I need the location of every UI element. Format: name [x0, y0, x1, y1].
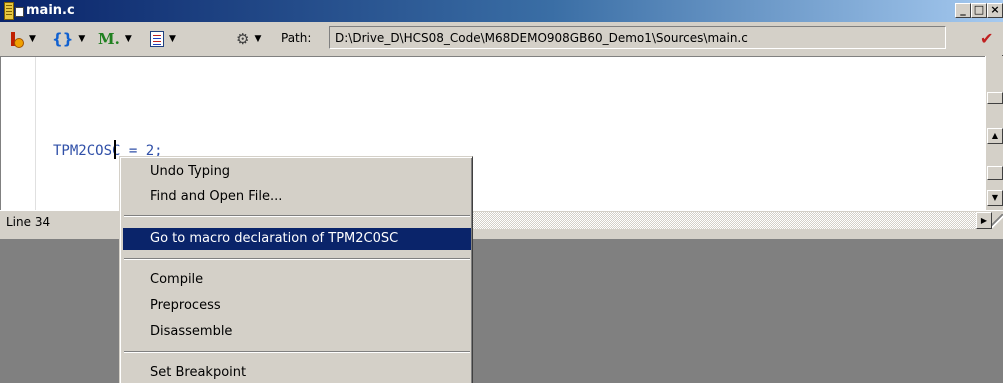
scroll-down-button[interactable]: ▼	[987, 190, 1003, 206]
window-title: main.c	[26, 3, 75, 18]
dropdown-arrow-icon: ▼	[78, 34, 86, 44]
menu-item-preprocess[interactable]: Preprocess	[123, 295, 471, 317]
file-icon	[4, 2, 14, 20]
menu-separator	[124, 215, 470, 217]
horizontal-scrollbar[interactable]	[470, 212, 976, 229]
path-label: Path:	[281, 31, 312, 45]
menu-item-set-breakpoint[interactable]: Set Breakpoint	[123, 362, 471, 383]
gear-dropdown[interactable]: ⚙ ▼	[236, 30, 261, 48]
menu-item-go-to-macro-declaration[interactable]: Go to macro declaration of TPM2C0SC	[123, 228, 471, 250]
gutter-divider	[35, 57, 36, 211]
menu-item-undo-typing[interactable]: Undo Typing	[123, 161, 471, 183]
maximize-button[interactable]: □	[971, 3, 987, 18]
scroll-up-button[interactable]: ▲	[987, 128, 1003, 144]
vertical-scrollbar[interactable]: ▲ ▼	[985, 56, 1003, 210]
dropdown-arrow-icon: ▼	[169, 34, 176, 44]
path-field[interactable]: D:\Drive_D\HCS08_Code\M68DEMO908GB60_Dem…	[329, 26, 946, 49]
resize-grip[interactable]	[992, 214, 1003, 228]
dropdown-arrow-icon: ▼	[29, 34, 36, 44]
dropdown-arrow-icon: ▼	[124, 34, 132, 44]
minimize-button[interactable]: _	[955, 3, 971, 18]
menu-item-find-and-open-file[interactable]: Find and Open File...	[123, 186, 471, 208]
line-indicator: Line 34	[6, 215, 51, 229]
dropdown-arrow-icon: ▼	[254, 34, 262, 44]
menu-item-compile[interactable]: Compile	[123, 269, 471, 291]
title-bar[interactable]: main.c _ □ ×	[0, 0, 1003, 22]
document-list-icon	[150, 31, 164, 47]
split-handle[interactable]	[987, 92, 1003, 104]
close-button[interactable]: ×	[987, 3, 1003, 18]
braces-dropdown[interactable]: {} ▼	[52, 30, 85, 48]
braces-icon: {}	[52, 30, 74, 48]
marker-dropdown[interactable]: M. ▼	[98, 30, 132, 48]
gear-icon: ⚙	[236, 30, 250, 48]
menu-item-disassemble[interactable]: Disassemble	[123, 321, 471, 343]
marker-icon: M.	[98, 30, 120, 48]
context-menu: Undo Typing Find and Open File... Go to …	[119, 156, 473, 383]
make-dropdown[interactable]: ▼	[8, 30, 36, 48]
check-icon[interactable]: ✔	[980, 29, 993, 48]
make-icon	[8, 31, 24, 48]
scroll-thumb[interactable]	[987, 166, 1003, 180]
toolbar: ▼ {} ▼ M. ▼ ▼ ⚙ ▼ Path: D:\Drive_D\HCS08…	[0, 22, 1003, 55]
scroll-right-button[interactable]: ▶	[976, 212, 992, 229]
text-caret	[114, 140, 116, 159]
menu-separator	[124, 258, 470, 260]
menu-separator	[124, 351, 470, 353]
document-icon	[15, 7, 24, 17]
document-list-dropdown[interactable]: ▼	[150, 30, 176, 48]
